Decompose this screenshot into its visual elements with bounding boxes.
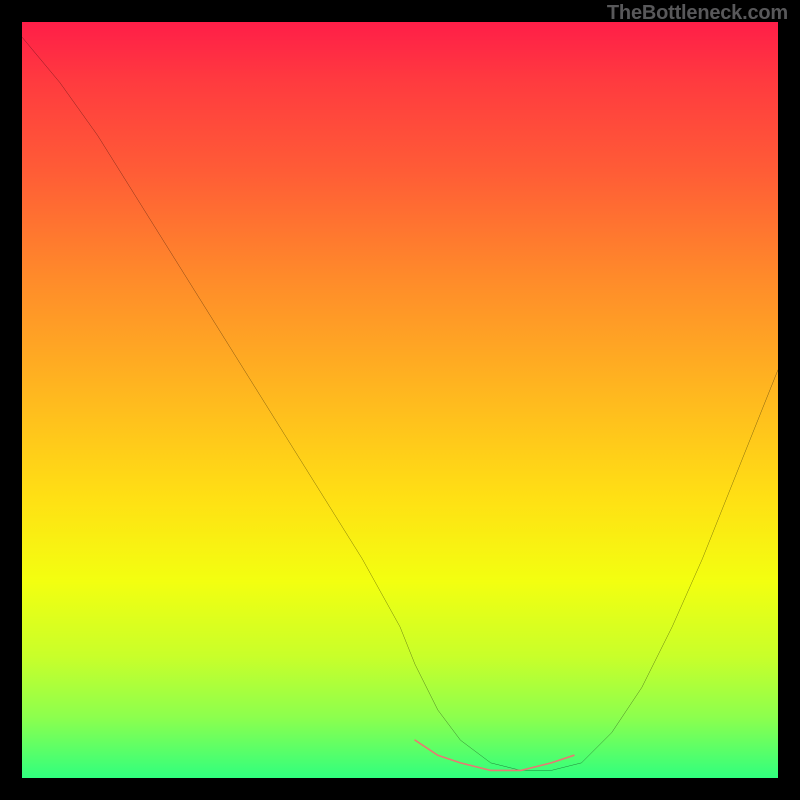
chart-container: TheBottleneck.com — [0, 0, 800, 800]
bottleneck-curve — [22, 37, 778, 770]
chart-svg — [22, 22, 778, 778]
optimal-band — [415, 740, 574, 770]
attribution-label: TheBottleneck.com — [607, 2, 788, 25]
plot-area — [22, 22, 778, 778]
